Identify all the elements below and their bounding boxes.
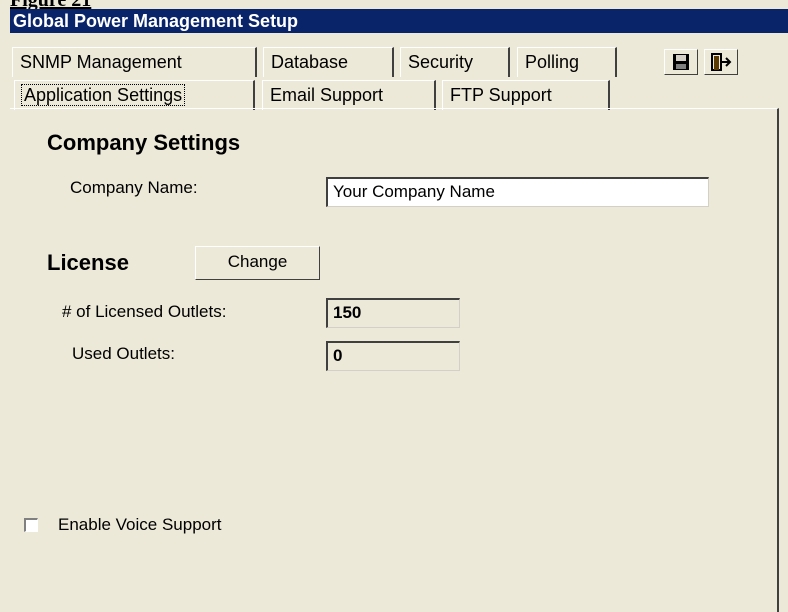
tab-label: FTP Support (450, 85, 552, 105)
change-license-button[interactable]: Change (195, 246, 320, 280)
licensed-outlets-label: # of Licensed Outlets: (62, 302, 227, 321)
tab-label: Application Settings (20, 84, 186, 106)
tab-email-support[interactable]: Email Support (262, 80, 436, 110)
enable-voice-support-label: Enable Voice Support (58, 515, 222, 534)
used-outlets-value: 0 (326, 341, 460, 371)
window-title: Global Power Management Setup (13, 11, 299, 31)
tab-snmp-management[interactable]: SNMP Management (12, 47, 257, 77)
tab-ftp-support[interactable]: FTP Support (442, 80, 610, 110)
save-icon (673, 54, 689, 70)
save-button[interactable] (664, 49, 698, 75)
tab-security[interactable]: Security (400, 47, 510, 77)
used-outlets-label: Used Outlets: (72, 344, 175, 363)
company-name-label: Company Name: (70, 178, 198, 197)
tab-label: Email Support (270, 85, 384, 105)
licensed-outlets-value: 150 (326, 298, 460, 328)
tab-label: Polling (525, 52, 580, 72)
tab-database[interactable]: Database (263, 47, 394, 77)
window-title-bar: Global Power Management Setup (10, 9, 788, 33)
tab-application-settings[interactable]: Application Settings (14, 80, 255, 110)
tab-label: Database (271, 52, 349, 72)
tab-polling[interactable]: Polling (517, 47, 617, 77)
company-name-input[interactable]: Your Company Name (326, 177, 709, 207)
exit-button[interactable] (704, 49, 738, 75)
exit-icon (711, 53, 732, 71)
company-settings-heading: Company Settings (47, 130, 241, 155)
license-heading: License (47, 250, 129, 275)
tab-label: SNMP Management (20, 52, 182, 72)
enable-voice-support-checkbox[interactable] (24, 518, 38, 532)
tab-label: Security (408, 52, 474, 72)
